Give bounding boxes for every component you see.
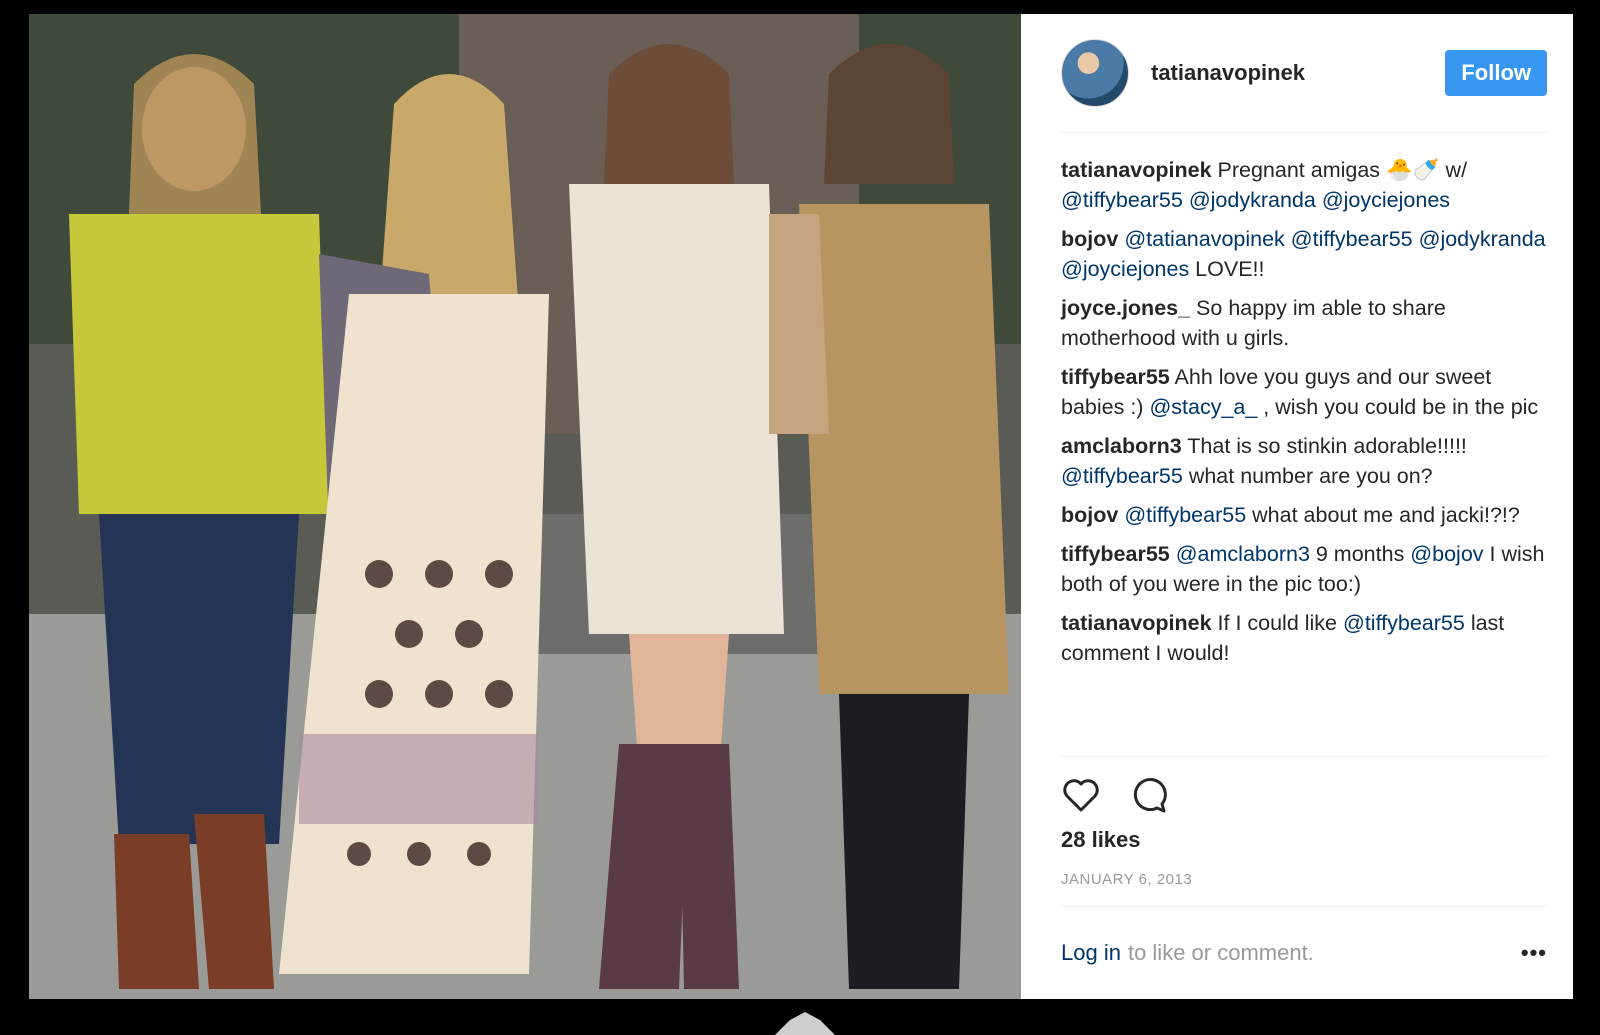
mention-link[interactable]: @tiffybear55 <box>1291 227 1413 251</box>
photo-illustration <box>29 14 1021 999</box>
comment-item: tiffybear55 Ahh love you guys and our sw… <box>1061 362 1547 422</box>
comment-text: LOVE!! <box>1189 257 1265 281</box>
mention-link[interactable]: @tiffybear55 <box>1061 464 1183 488</box>
comment-author[interactable]: bojov <box>1061 503 1118 527</box>
comment-author[interactable]: joyce.jones_ <box>1061 296 1190 320</box>
mention-link[interactable]: @joyciejones <box>1322 188 1450 212</box>
comment-bubble-icon[interactable] <box>1129 775 1169 819</box>
comment-item: tatianavopinek Pregnant amigas 🐣🍼 w/ @ti… <box>1061 155 1547 215</box>
action-bar <box>1061 757 1547 819</box>
comment-item: tatianavopinek If I could like @tiffybea… <box>1061 608 1547 668</box>
follow-button[interactable]: Follow <box>1445 50 1547 96</box>
post-date: JANUARY 6, 2013 <box>1061 871 1547 907</box>
login-prompt-text: to like or comment. <box>1127 940 1314 965</box>
post-header: tatianavopinek Follow <box>1061 14 1547 133</box>
comment-item: tiffybear55 @amclaborn3 9 months @bojov … <box>1061 539 1547 599</box>
watermark-logo-icon <box>775 1012 835 1035</box>
likes-count[interactable]: 28 likes <box>1061 827 1547 853</box>
post-footer: Log in to like or comment. ••• <box>1061 907 1547 999</box>
mention-link[interactable]: @tiffybear55 <box>1124 503 1246 527</box>
post-photo[interactable] <box>29 14 1021 999</box>
comment-text: If I could like <box>1211 611 1343 635</box>
comment-text: Pregnant amigas 🐣🍼 w/ <box>1211 158 1468 182</box>
comment-author[interactable]: tiffybear55 <box>1061 365 1170 389</box>
mention-link[interactable]: @amclaborn3 <box>1176 542 1310 566</box>
mention-link[interactable]: @jodykranda <box>1419 227 1546 251</box>
mention-link[interactable]: @joyciejones <box>1061 257 1189 281</box>
mention-link[interactable]: @tiffybear55 <box>1343 611 1465 635</box>
avatar[interactable] <box>1061 39 1129 107</box>
comment-text: 9 months <box>1309 542 1411 566</box>
comment-author[interactable]: tiffybear55 <box>1061 542 1170 566</box>
post-sidebar: tatianavopinek Follow tatianavopinek Pre… <box>1021 14 1573 999</box>
heart-icon[interactable] <box>1061 775 1101 819</box>
comment-item: amclaborn3 That is so stinkin adorable!!… <box>1061 431 1547 491</box>
comment-author[interactable]: tatianavopinek <box>1061 158 1212 182</box>
comments-list: tatianavopinek Pregnant amigas 🐣🍼 w/ @ti… <box>1061 133 1547 757</box>
instagram-post: tatianavopinek Follow tatianavopinek Pre… <box>29 14 1573 999</box>
header-username[interactable]: tatianavopinek <box>1151 60 1445 86</box>
comment-text: what number are you on? <box>1182 464 1433 488</box>
comment-author[interactable]: amclaborn3 <box>1061 434 1182 458</box>
comment-text: That is so stinkin adorable!!!!! <box>1181 434 1467 458</box>
comment-author[interactable]: bojov <box>1061 227 1118 251</box>
mention-link[interactable]: @tiffybear55 <box>1061 188 1183 212</box>
comment-item: bojov @tatianavopinek @tiffybear55 @jody… <box>1061 224 1547 284</box>
comment-text: , wish you could be in the pic <box>1257 395 1539 419</box>
mention-link[interactable]: @stacy_a_ <box>1149 395 1257 419</box>
login-link[interactable]: Log in <box>1061 940 1121 966</box>
mention-link[interactable]: @jodykranda <box>1189 188 1316 212</box>
more-options-icon[interactable]: ••• <box>1521 940 1547 966</box>
comment-item: bojov @tiffybear55 what about me and jac… <box>1061 500 1547 530</box>
comment-text: what about me and jacki!?!? <box>1246 503 1520 527</box>
mention-link[interactable]: @tatianavopinek <box>1124 227 1284 251</box>
comment-author[interactable]: tatianavopinek <box>1061 611 1212 635</box>
comment-item: joyce.jones_ So happy im able to share m… <box>1061 293 1547 353</box>
mention-link[interactable]: @bojov <box>1410 542 1483 566</box>
